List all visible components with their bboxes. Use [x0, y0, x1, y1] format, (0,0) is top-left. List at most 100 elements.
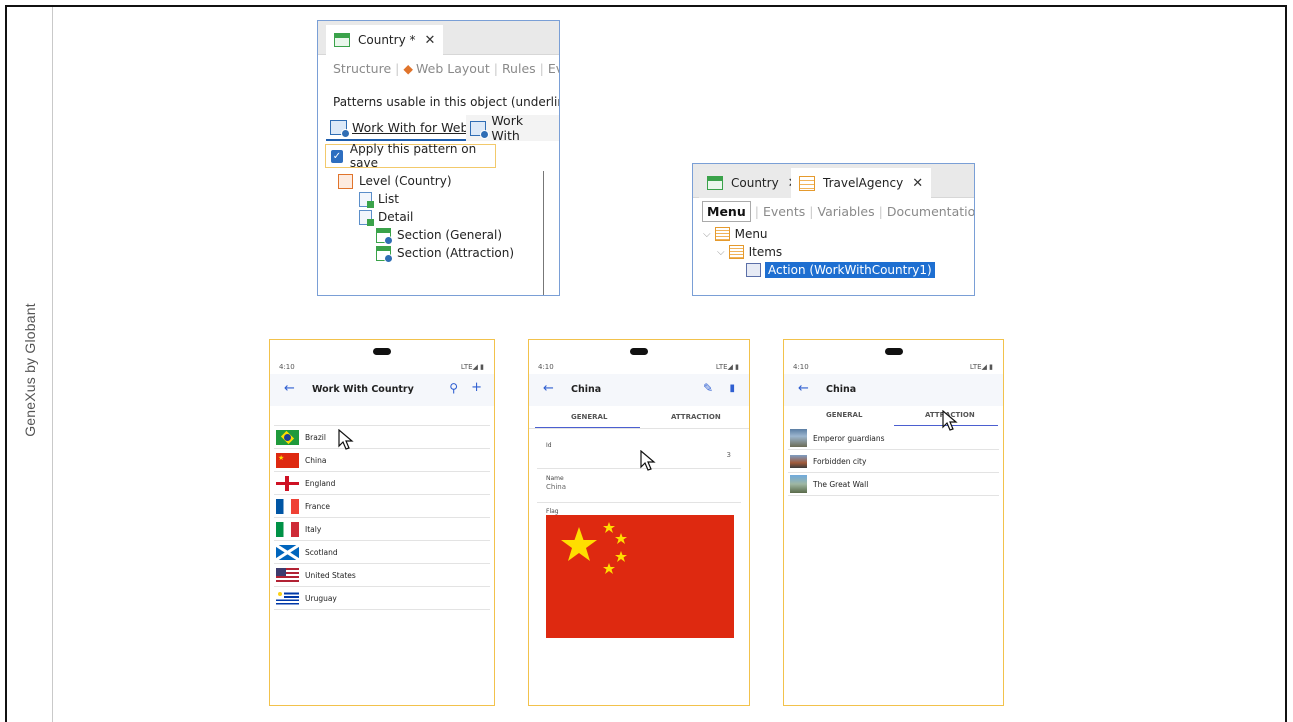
tab-travelagency-label: TravelAgency: [823, 176, 904, 190]
menu-icon: [714, 227, 730, 241]
document-tabbar: Country * ✕: [318, 21, 559, 55]
menu-object-icon: [799, 175, 815, 191]
tab-events[interactable]: Events: [763, 204, 805, 219]
list-item[interactable]: England: [274, 472, 490, 495]
level-icon: [338, 173, 353, 189]
edit-icon[interactable]: ✎: [703, 381, 713, 395]
back-arrow-icon[interactable]: ←: [798, 381, 809, 396]
app-bar: ← China: [784, 374, 1003, 406]
tab-attraction[interactable]: ATTRACTION: [925, 411, 975, 419]
phone-notch: [630, 348, 648, 355]
list-item[interactable]: ★ China: [274, 449, 490, 472]
add-icon[interactable]: +: [471, 380, 482, 395]
country-name: Italy: [305, 524, 322, 534]
tab-rules[interactable]: Rules: [502, 61, 536, 76]
name-value: China: [546, 483, 566, 491]
flag-uruguay-icon: [276, 590, 299, 606]
tree-node-list[interactable]: List: [359, 190, 399, 208]
patterns-description: Patterns usable in this object (underlin…: [333, 95, 559, 109]
attraction-name: Forbidden city: [813, 456, 867, 466]
app-bar: ← Work With Country ⚲ +: [270, 374, 494, 406]
tab-work-with-for-web[interactable]: Work With for Web: [326, 115, 475, 141]
tree-node-label: Detail: [378, 210, 414, 224]
tab-country-label: Country: [731, 176, 779, 190]
flag-scotland-icon: [276, 544, 299, 560]
tree-node-items[interactable]: ⌵ Items: [717, 243, 782, 261]
grid-icon: [334, 33, 350, 47]
tab-work-with-label: Work With: [491, 113, 524, 143]
close-icon[interactable]: ✕: [425, 33, 436, 48]
country-name: United States: [305, 570, 356, 580]
document-tabbar: Country ✕ TravelAgency ✕: [693, 164, 974, 198]
tab-country-label: Country *: [358, 33, 416, 47]
pattern-icon: [330, 119, 350, 138]
tree-node-section-attraction[interactable]: Section (Attraction): [376, 244, 514, 263]
tab-documentation[interactable]: Documentation: [887, 204, 974, 219]
tab-structure[interactable]: Structure: [333, 61, 391, 76]
tab-travelagency[interactable]: TravelAgency ✕: [791, 168, 932, 198]
flag-italy-icon: [276, 521, 299, 537]
list-item[interactable]: France: [274, 495, 490, 518]
list-item[interactable]: Scotland: [274, 541, 490, 564]
tab-menu[interactable]: Menu: [702, 201, 751, 222]
screen-title: China: [826, 384, 857, 395]
tabs-divider: [529, 428, 749, 429]
tree-node-label: Action (WorkWithCountry1): [765, 262, 935, 278]
list-item[interactable]: Italy: [274, 518, 490, 541]
country-name: France: [305, 501, 330, 511]
country-name: England: [305, 478, 336, 488]
checkmark-icon[interactable]: ✓: [331, 149, 343, 163]
apply-pattern-checkbox[interactable]: ✓ Apply this pattern on save: [325, 142, 496, 170]
apply-pattern-label: Apply this pattern on save: [349, 142, 477, 170]
flag-england-icon: [276, 475, 299, 491]
list-item[interactable]: Brazil: [274, 426, 490, 449]
ide-menu-panel: Country ✕ TravelAgency ✕ Menu| Events| V…: [692, 163, 975, 296]
tree-node-label: Level (Country): [359, 174, 452, 188]
tree-node-detail[interactable]: Detail: [359, 208, 413, 226]
screen-title: China: [571, 384, 602, 395]
tree-node-section-general[interactable]: Section (General): [376, 226, 502, 245]
tab-attraction[interactable]: ATTRACTION: [671, 413, 721, 421]
status-network: LTE◢ ▮: [715, 363, 739, 371]
status-bar: 4:10 LTE◢ ▮: [270, 360, 494, 374]
tab-general[interactable]: GENERAL: [571, 413, 607, 421]
id-label: Id: [546, 442, 552, 449]
list-item[interactable]: United States: [274, 564, 490, 587]
tab-variables[interactable]: Variables: [817, 204, 874, 219]
back-arrow-icon[interactable]: ←: [543, 381, 554, 396]
flag-label: Flag: [546, 508, 559, 515]
chevron-down-icon[interactable]: ⌵: [703, 229, 711, 240]
tree-node-action[interactable]: Action (WorkWithCountry1): [746, 261, 935, 279]
tree-node-level[interactable]: Level (Country): [338, 172, 452, 190]
country-name: Uruguay: [305, 593, 337, 603]
phone-country-detail: 4:10 LTE◢ ▮ ← China ✎ ▮ GENERAL ATTRACTI…: [528, 339, 750, 706]
chevron-down-icon[interactable]: ⌵: [717, 247, 725, 258]
country-name: Scotland: [305, 547, 338, 557]
close-icon[interactable]: ✕: [912, 176, 923, 191]
tree-node-menu[interactable]: ⌵ Menu: [703, 225, 768, 243]
tab-country[interactable]: Country * ✕: [326, 25, 444, 55]
tab-events[interactable]: Event: [548, 61, 559, 76]
list-icon: [359, 191, 374, 208]
list-item[interactable]: The Great Wall: [788, 473, 999, 496]
flag-brazil-icon: [276, 429, 299, 445]
china-flag-image: [546, 515, 734, 638]
list-item[interactable]: Uruguay: [274, 587, 490, 610]
tree-node-label: List: [378, 192, 399, 206]
delete-icon[interactable]: ▮: [729, 383, 735, 394]
status-time: 4:10: [279, 363, 295, 371]
list-item[interactable]: Emperor guardians: [788, 427, 999, 450]
search-icon[interactable]: ⚲: [449, 381, 458, 395]
detail-tabs: GENERAL ATTRACTION: [529, 406, 749, 428]
tab-web-layout[interactable]: Web Layout: [416, 61, 490, 76]
tab-work-with[interactable]: Work With: [466, 113, 559, 143]
id-value: 3: [726, 451, 731, 459]
web-layout-icon: ◆: [403, 61, 413, 76]
phone-country-attractions: 4:10 LTE◢ ▮ ← China GENERAL ATTRACTION E…: [783, 339, 1004, 706]
properties-pane-divider[interactable]: [543, 171, 544, 295]
list-item[interactable]: Forbidden city: [788, 450, 999, 473]
detail-icon: [359, 209, 374, 226]
back-arrow-icon[interactable]: ←: [284, 381, 295, 396]
tab-general[interactable]: GENERAL: [826, 411, 862, 419]
brand-label: GeneXus by Globant: [22, 303, 38, 437]
